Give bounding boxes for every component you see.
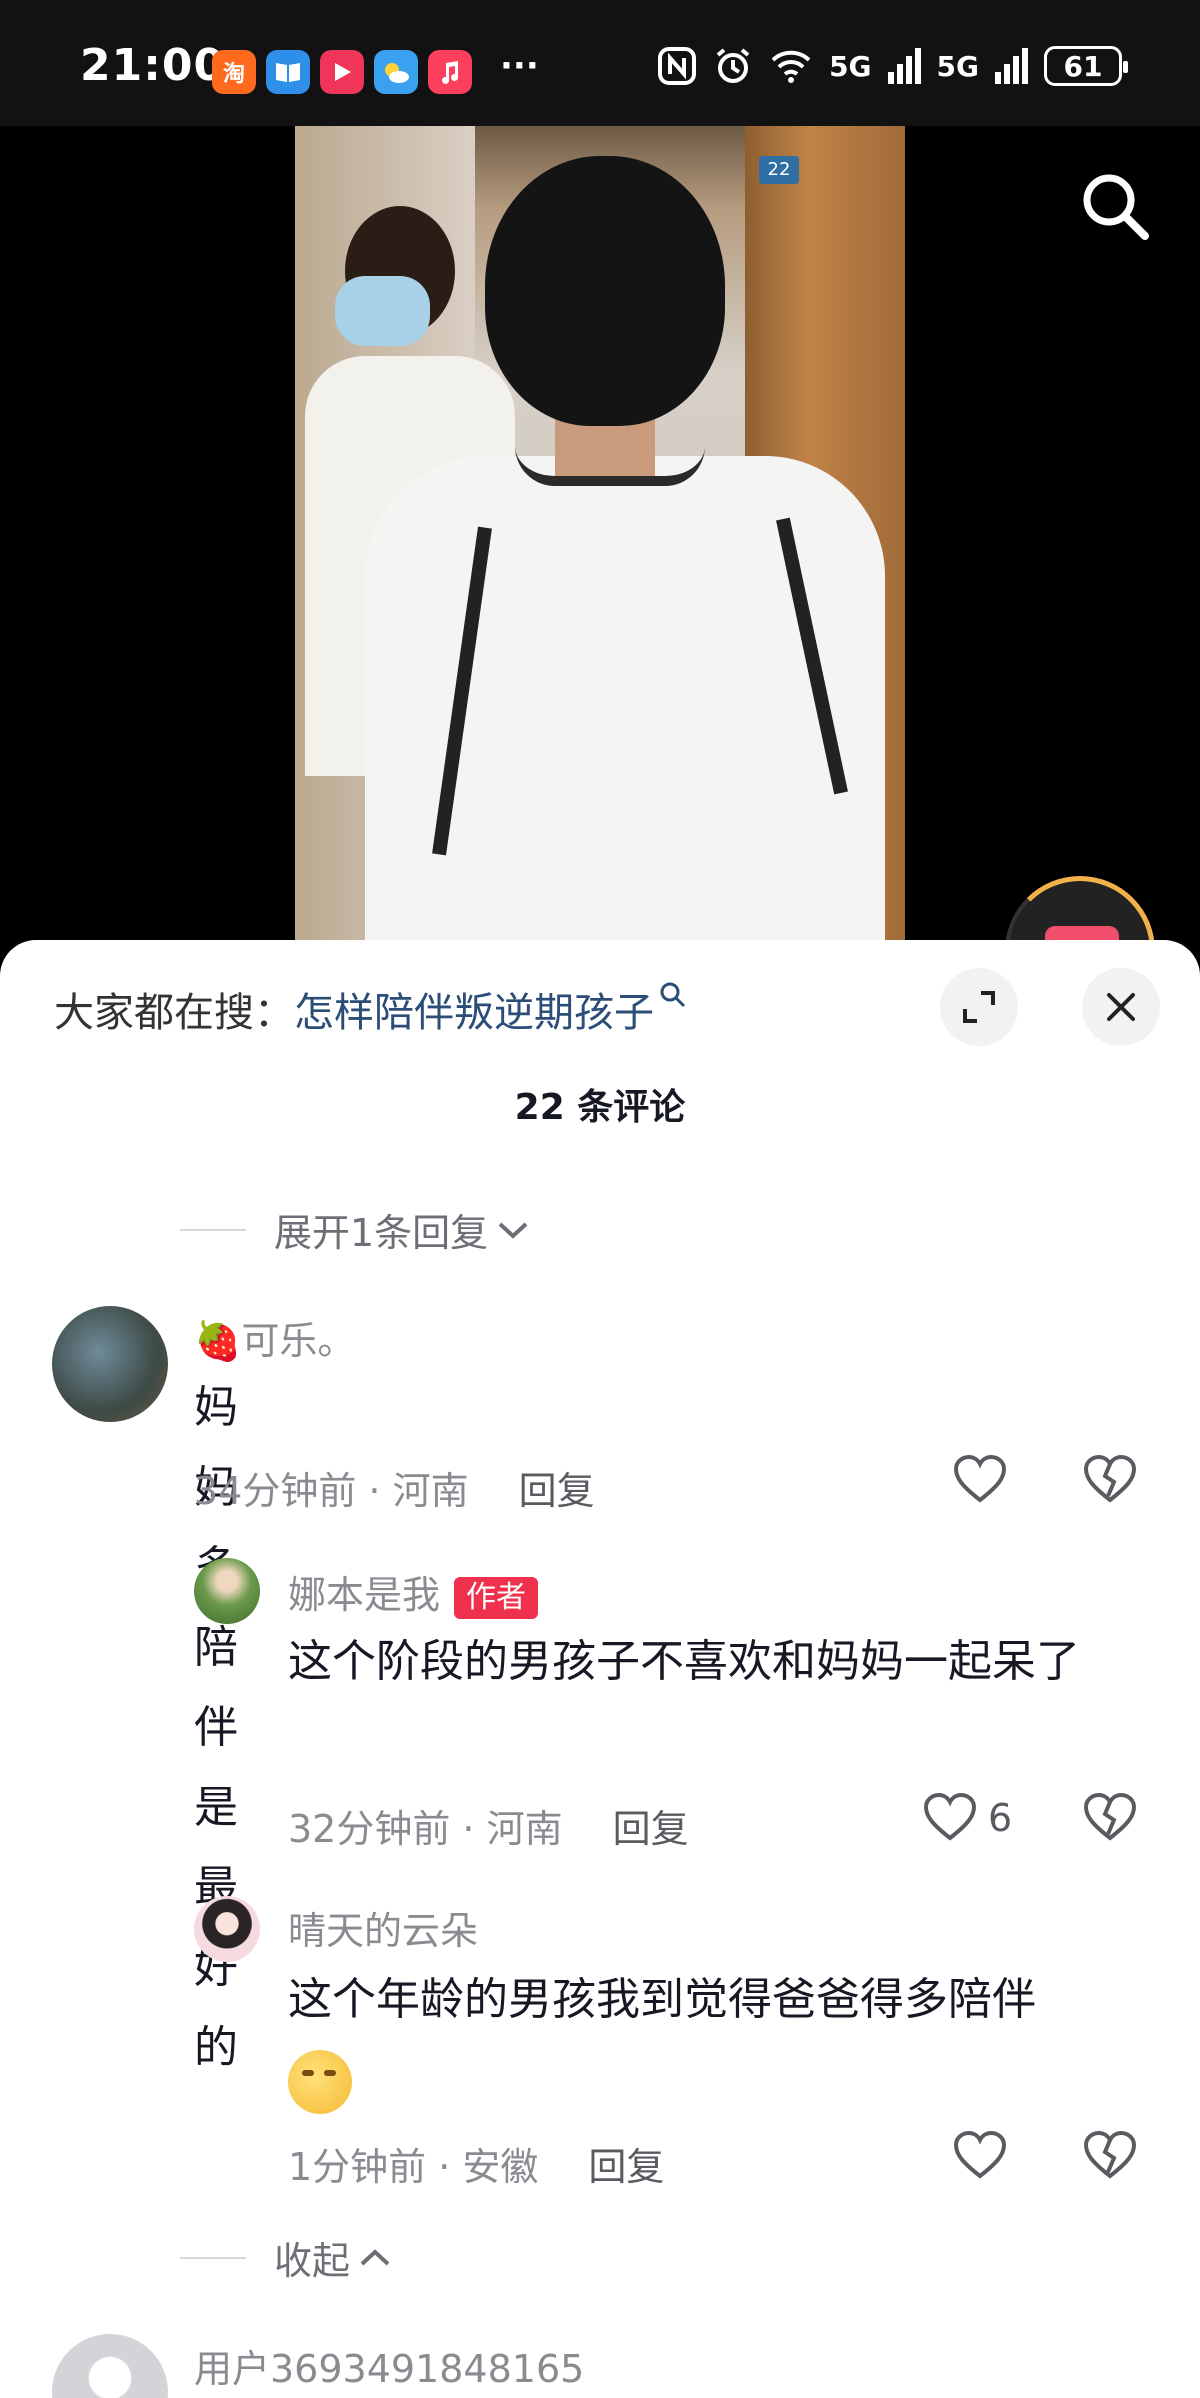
comment-author[interactable]: 🍓可乐。 [194, 1310, 355, 1365]
like-button[interactable]: 6 [922, 1792, 1012, 1844]
heart-icon [953, 1454, 1007, 1503]
system-icons: 5G 5G 61 [657, 46, 1128, 86]
search-suggestion-prefix: 大家都在搜： [54, 990, 294, 1036]
comment-author-name: 娜本是我 [288, 1573, 441, 1617]
comment-meta: 34分钟前 · 河南 回复 [194, 1460, 595, 1515]
comment-text[interactable]: 这个年龄的男孩我到觉得爸爸得多陪伴 [288, 1960, 1148, 2120]
divider [180, 2256, 246, 2259]
status-time: 21:00 [80, 40, 226, 91]
wifi-icon [771, 50, 811, 83]
search-suggestion-query[interactable]: 怎样陪伴叛逆期孩子 [294, 990, 654, 1036]
more-notifications-icon: ··· [500, 46, 539, 86]
comment-meta: 32分钟前 · 河南 回复 [288, 1798, 689, 1853]
avatar[interactable] [194, 1896, 260, 1962]
chevron-down-icon [498, 1222, 528, 1239]
comment-author[interactable]: 晴天的云朵 [288, 1900, 478, 1955]
signal-icon [887, 48, 921, 84]
broken-heart-icon [1083, 1792, 1137, 1841]
expand-fullscreen-button[interactable] [940, 968, 1018, 1046]
comment-text[interactable]: 这个阶段的男孩子不喜欢和妈妈一起呆了 [288, 1622, 1128, 1702]
heart-icon [923, 1792, 977, 1841]
like-button[interactable] [952, 1454, 1008, 1506]
comment-time-location: 34分钟前 · 河南 [194, 1469, 469, 1513]
reply-button[interactable]: 回复 [519, 1469, 595, 1513]
like-count: 6 [988, 1796, 1013, 1840]
avatar[interactable] [52, 1306, 168, 1422]
avatar[interactable] [194, 1558, 260, 1624]
broken-heart-icon [1083, 1454, 1137, 1503]
expand-icon [963, 991, 995, 1023]
comment-author-name: 可乐。 [241, 1319, 356, 1363]
dislike-button[interactable] [1082, 1792, 1138, 1844]
comment-time-location: 32分钟前 · 河南 [288, 1807, 563, 1851]
comment-time-location: 1分钟前 · 安徽 [288, 2145, 539, 2189]
close-icon [1107, 993, 1135, 1021]
like-button[interactable] [952, 2130, 1008, 2182]
video-frame[interactable]: 22 [295, 126, 905, 956]
comment-sheet: 大家都在搜：怎样陪伴叛逆期孩子 22 条评论 展开1条回复 🍓可乐。 妈妈多陪伴… [0, 940, 1200, 2398]
video-icon [320, 50, 364, 94]
taobao-icon: 淘 [212, 50, 256, 94]
comment-meta: 1分钟前 · 安徽 回复 [288, 2136, 664, 2191]
chevron-up-icon [360, 2248, 390, 2265]
status-bar: 21:00 淘 ··· 5G 5G 61 [0, 0, 1200, 126]
collapse-replies-label: 收起 [274, 2239, 351, 2283]
video-person-boy [365, 156, 885, 956]
expand-replies-button[interactable]: 展开1条回复 [180, 1202, 530, 1257]
comment-text-body: 这个年龄的男孩我到觉得爸爸得多陪伴 [288, 1974, 1036, 2025]
heart-icon [953, 2130, 1007, 2179]
strawberry-emoji: 🍓 [194, 1319, 242, 1363]
collapse-replies-button[interactable]: 收起 [180, 2230, 392, 2285]
alarm-icon [716, 48, 750, 83]
search-icon[interactable] [1075, 166, 1155, 246]
video-player[interactable]: 22 [0, 126, 1200, 1026]
divider [180, 1228, 246, 1231]
dislike-button[interactable] [1082, 2130, 1138, 2182]
reply-button[interactable]: 回复 [613, 1807, 689, 1851]
notification-app-icons: 淘 [212, 50, 472, 94]
expand-replies-label: 展开1条回复 [274, 1211, 489, 1255]
network-type-2: 5G [936, 49, 979, 83]
book-icon [266, 50, 310, 94]
battery-level: 61 [1063, 49, 1103, 83]
signal-icon [995, 48, 1028, 84]
search-suggestion[interactable]: 大家都在搜：怎样陪伴叛逆期孩子 [54, 980, 688, 1038]
reply-button[interactable]: 回复 [588, 2145, 664, 2189]
comment-author[interactable]: 用户3693491848165 [194, 2338, 584, 2393]
battery-icon: 61 [1044, 46, 1128, 86]
small-search-icon [660, 982, 686, 1008]
nfc-icon [658, 47, 697, 85]
network-type-1: 5G [829, 49, 872, 83]
broken-heart-icon [1083, 2130, 1137, 2179]
comment-author[interactable]: 娜本是我 作者 [288, 1564, 539, 1619]
music-icon [428, 50, 472, 94]
weather-icon [374, 50, 418, 94]
author-badge: 作者 [454, 1576, 539, 1619]
close-button[interactable] [1082, 968, 1160, 1046]
avatar[interactable] [52, 2334, 168, 2398]
thinking-face-emoji [288, 2050, 352, 2114]
dislike-button[interactable] [1082, 1454, 1138, 1506]
comment-count-title: 22 条评论 [514, 1087, 686, 1128]
